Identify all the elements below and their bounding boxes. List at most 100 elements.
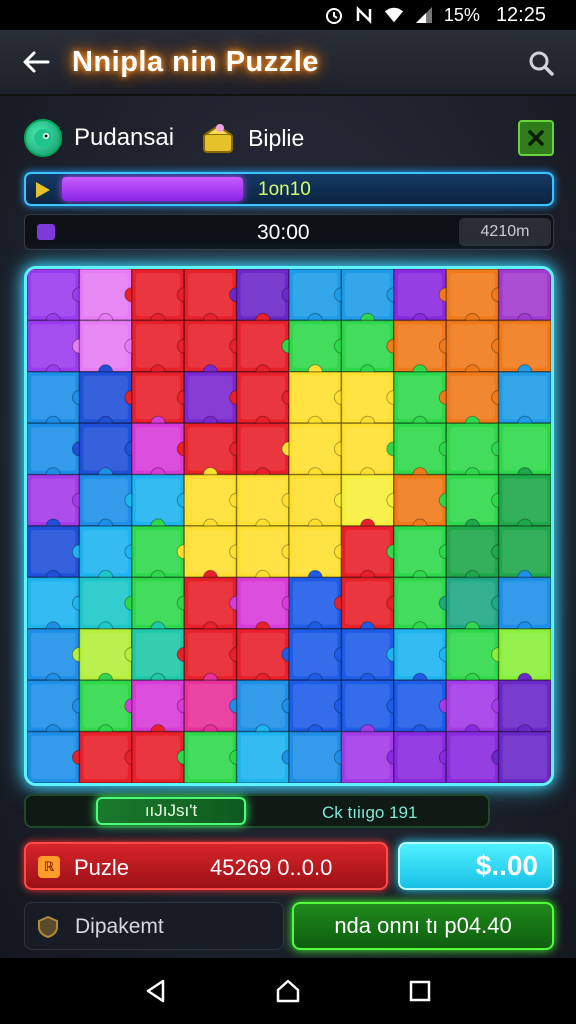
back-button[interactable]	[0, 29, 72, 95]
puzzle-piece[interactable]	[78, 319, 140, 380]
puzzle-piece[interactable]	[78, 269, 140, 328]
puzzle-piece[interactable]	[78, 730, 140, 783]
puzzle-piece[interactable]	[497, 525, 551, 585]
puzzle-piece[interactable]	[27, 269, 87, 328]
puzzle-piece[interactable]	[78, 371, 140, 431]
puzzle-piece[interactable]	[78, 576, 140, 637]
puzzle-piece[interactable]	[131, 422, 192, 483]
puzzle-piece[interactable]	[235, 525, 297, 585]
nav-recents-button[interactable]	[398, 969, 442, 1013]
puzzle-piece[interactable]	[497, 576, 551, 637]
puzzle-piece[interactable]	[131, 473, 192, 534]
puzzle-piece[interactable]	[288, 473, 349, 534]
puzzle-piece[interactable]	[393, 422, 454, 483]
puzzle-piece[interactable]	[340, 473, 402, 534]
puzzle-piece[interactable]	[445, 679, 507, 740]
puzzle-board[interactable]	[24, 266, 554, 786]
puzzle-piece[interactable]	[445, 525, 507, 585]
puzzle-piece[interactable]	[288, 730, 349, 783]
price-button[interactable]: $..00	[398, 842, 554, 890]
puzzle-piece[interactable]	[393, 473, 454, 534]
puzzle-piece[interactable]	[235, 473, 297, 534]
puzzle-piece[interactable]	[445, 628, 507, 688]
puzzle-piece[interactable]	[445, 576, 507, 637]
puzzle-piece[interactable]	[445, 269, 507, 328]
puzzle-piece[interactable]	[235, 319, 297, 380]
puzzle-piece[interactable]	[27, 422, 87, 483]
puzzle-piece[interactable]	[27, 473, 87, 534]
puzzle-piece[interactable]	[340, 269, 402, 328]
puzzle-piece[interactable]	[78, 473, 140, 534]
puzzle-piece[interactable]	[27, 628, 87, 688]
puzzle-piece[interactable]	[497, 371, 551, 431]
puzzle-piece[interactable]	[288, 319, 349, 380]
puzzle-piece[interactable]	[131, 525, 192, 585]
puzzle-piece[interactable]	[393, 269, 454, 328]
hint-button[interactable]: ııJıJsı't	[96, 797, 246, 825]
puzzle-piece[interactable]	[235, 269, 297, 328]
puzzle-piece[interactable]	[183, 473, 245, 534]
puzzle-piece[interactable]	[340, 679, 402, 740]
puzzle-piece[interactable]	[497, 473, 551, 534]
close-button[interactable]	[518, 120, 554, 156]
puzzle-piece[interactable]	[288, 422, 349, 483]
puzzle-piece[interactable]	[393, 319, 454, 380]
puzzle-piece[interactable]	[131, 269, 192, 328]
puzzle-piece[interactable]	[497, 269, 551, 328]
puzzle-piece[interactable]	[27, 371, 87, 431]
puzzle-piece[interactable]	[393, 371, 454, 431]
puzzle-piece[interactable]	[340, 576, 402, 637]
puzzle-piece[interactable]	[445, 422, 507, 483]
puzzle-piece[interactable]	[288, 679, 349, 740]
puzzle-piece[interactable]	[445, 319, 507, 380]
puzzle-piece[interactable]	[393, 525, 454, 585]
puzzle-piece[interactable]	[183, 371, 245, 431]
puzzle-piece[interactable]	[445, 730, 507, 783]
puzzle-piece[interactable]	[340, 371, 402, 431]
puzzle-piece[interactable]	[78, 422, 140, 483]
puzzle-piece[interactable]	[183, 628, 245, 688]
puzzle-piece[interactable]	[497, 730, 551, 783]
puzzle-piece[interactable]	[340, 422, 402, 483]
puzzle-piece[interactable]	[183, 679, 245, 740]
puzzle-piece[interactable]	[497, 679, 551, 740]
go-button[interactable]: nda onnı tı p04.40	[292, 902, 554, 950]
puzzle-piece[interactable]	[340, 628, 402, 688]
puzzle-piece[interactable]	[131, 628, 192, 688]
player-avatar[interactable]	[24, 119, 62, 157]
search-button[interactable]	[520, 42, 562, 84]
puzzle-piece[interactable]	[235, 679, 297, 740]
puzzle-piece[interactable]	[131, 371, 192, 431]
puzzle-piece[interactable]	[497, 319, 551, 380]
puzzle-piece[interactable]	[27, 576, 87, 637]
puzzle-piece[interactable]	[27, 525, 87, 585]
puzzle-piece[interactable]	[131, 576, 192, 637]
puzzle-piece[interactable]	[183, 525, 245, 585]
puzzle-piece[interactable]	[288, 269, 349, 328]
puzzle-grid[interactable]	[27, 269, 551, 783]
puzzle-piece[interactable]	[340, 319, 402, 380]
puzzle-piece[interactable]	[445, 371, 507, 431]
puzzle-piece[interactable]	[235, 730, 297, 783]
puzzle-piece[interactable]	[445, 473, 507, 534]
puzzle-piece[interactable]	[78, 679, 140, 740]
nav-back-button[interactable]	[134, 969, 178, 1013]
puzzle-piece[interactable]	[497, 628, 551, 688]
puzzle-piece[interactable]	[235, 371, 297, 431]
nav-home-button[interactable]	[266, 969, 310, 1013]
puzzle-piece[interactable]	[235, 422, 297, 483]
puzzle-piece[interactable]	[183, 730, 245, 783]
puzzle-piece[interactable]	[497, 422, 551, 483]
puzzle-piece[interactable]	[340, 730, 402, 783]
puzzle-piece[interactable]	[131, 730, 192, 783]
puzzle-piece[interactable]	[27, 730, 87, 783]
puzzle-piece[interactable]	[183, 576, 245, 637]
puzzle-piece[interactable]	[78, 628, 140, 688]
puzzle-piece[interactable]	[288, 371, 349, 431]
puzzle-piece[interactable]	[27, 679, 87, 740]
puzzle-piece[interactable]	[393, 628, 454, 688]
puzzle-piece[interactable]	[235, 628, 297, 688]
puzzle-piece[interactable]	[131, 319, 192, 380]
puzzle-piece[interactable]	[183, 269, 245, 328]
puzzle-piece[interactable]	[393, 576, 454, 637]
